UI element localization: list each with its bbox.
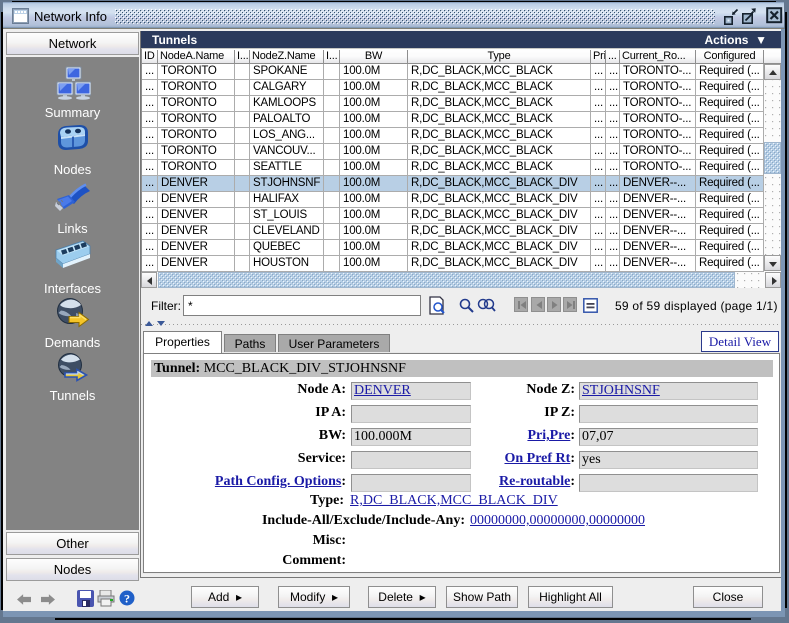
svg-text:?: ? (124, 592, 130, 606)
